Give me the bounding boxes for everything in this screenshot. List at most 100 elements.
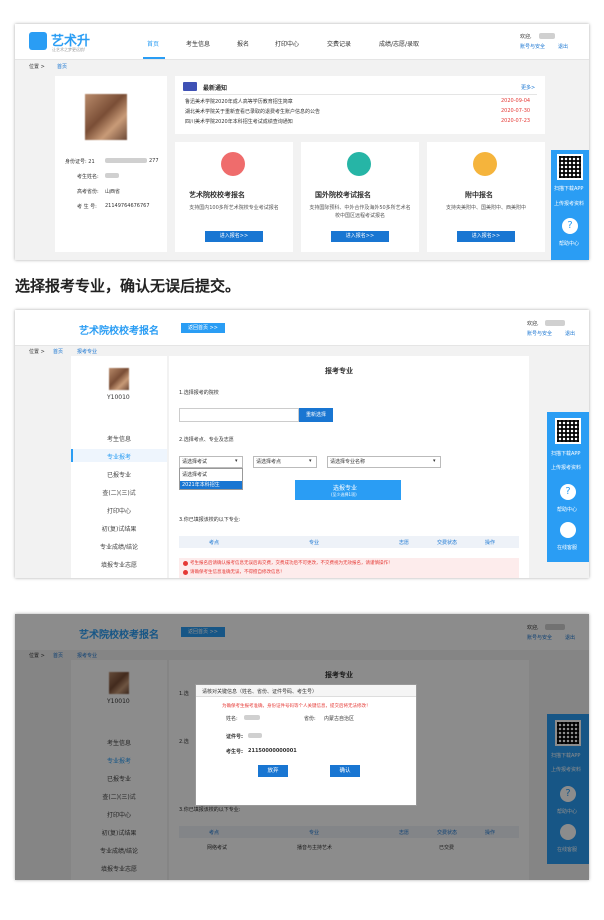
exam-select[interactable]: 请选择考试 [179, 456, 243, 468]
modal-header: 请核对关键信息（姓名、省份、证件号码、考生号） [196, 685, 416, 697]
breadcrumb-prefix: 位置 > [29, 349, 45, 355]
page-title: 艺术院校校考报名 [79, 326, 159, 337]
news-panel: 最新通知 更多> 鲁迅美术学院2020年成人高等学历教育招生简章 2020-09… [175, 76, 545, 134]
step1-label: 1.选择报考的院校 [179, 390, 219, 396]
breadcrumb: 位置 > 首页 [15, 60, 589, 72]
menu-student-info[interactable]: 考生信息 [71, 434, 167, 443]
account-link[interactable]: 账号与安全 [520, 43, 545, 50]
card-title: 附中报名 [465, 191, 493, 199]
account-link[interactable]: 账号与安全 [527, 330, 552, 337]
dropdown-option[interactable]: 请选择考试 [182, 471, 207, 478]
examno-label: 考 生 号: [77, 204, 97, 210]
menu-print[interactable]: 打印中心 [71, 506, 167, 515]
enter-overseas-button[interactable]: 进入报名>> [331, 231, 389, 242]
nav-home[interactable]: 首页 [147, 39, 159, 48]
confirm-modal: 请核对关键信息（姓名、省份、证件号码、考生号） 为确保考生报考准确，身份证件号码… [195, 684, 417, 806]
card-desc: 支持国际预科、中外合作及海外50多所艺术名校中国区远程考试报名 [309, 205, 411, 219]
headset-icon[interactable] [560, 522, 576, 538]
news-item[interactable]: 鲁迅美术学院2020年成人高等学历教育招生简章 [185, 98, 293, 105]
site-select[interactable]: 请选择考点 [253, 456, 317, 468]
news-more-link[interactable]: 更多> [521, 84, 535, 91]
id-blurred [248, 733, 262, 738]
logout-link[interactable]: 退出 [558, 43, 568, 50]
document-icon [473, 152, 497, 176]
id-tail: 277 [149, 158, 159, 164]
help-icon[interactable]: ? [560, 484, 576, 500]
major-select[interactable]: 请选择专业名称 [327, 456, 441, 468]
name-label: 考生姓名: [77, 174, 99, 180]
breadcrumb-current: 报考专业 [77, 349, 98, 355]
id-label: 身份证号: 21 [65, 159, 95, 165]
screenshot-home: 艺术升 让艺术之梦更远航! 首页 考生信息 报名 打印中心 交费记录 成绩/志愿… [15, 24, 589, 260]
menu-volunteer[interactable]: 填报专业志愿 [71, 560, 167, 569]
side-upload[interactable]: 上传报考资料 [551, 464, 581, 471]
username-blurred [545, 320, 565, 326]
card-domestic: 艺术院校校考报名 支持国内100多所艺术院校专业考试报名 进入报名>> [175, 142, 293, 252]
form-title: 报考专业 [325, 367, 353, 375]
enter-domestic-button[interactable]: 进入报名>> [205, 231, 263, 242]
news-divider [183, 94, 537, 95]
menu-results[interactable]: 初(复)试结果 [71, 524, 167, 533]
province-value: 山西省 [105, 189, 121, 195]
breadcrumb-home[interactable]: 首页 [53, 348, 63, 355]
nav-register[interactable]: 报名 [237, 39, 249, 48]
chevron-down-icon: ▾ [433, 458, 436, 464]
side-scan[interactable]: 扫描下载APP [554, 185, 583, 192]
help-icon[interactable]: ? [562, 218, 578, 234]
confirm-button[interactable]: 确认 [330, 765, 360, 777]
avatar [109, 368, 129, 390]
side-help[interactable]: 帮助中心 [557, 506, 577, 513]
reselect-button[interactable]: 重新选择 [299, 408, 333, 422]
side-upload[interactable]: 上传报考资料 [554, 200, 584, 207]
col-site: 考点 [209, 540, 220, 546]
news-icon [183, 82, 197, 91]
logout-link[interactable]: 退出 [565, 330, 575, 337]
side-panel: 扫描下载APP 上传报考资料 ? 帮助中心 在线客服 [547, 412, 589, 562]
menu-check-exam[interactable]: 查(二)(三)试 [71, 488, 167, 497]
enter-affiliated-button[interactable]: 进入报名>> [457, 231, 515, 242]
school-input[interactable] [179, 408, 299, 422]
col-action: 操作 [485, 540, 496, 546]
breadcrumb-home[interactable]: 首页 [57, 63, 67, 70]
menu-applied[interactable]: 已报专业 [71, 470, 167, 479]
chevron-down-icon: ▾ [235, 458, 238, 464]
step3-label: 3.你已填报该校的以下专业: [179, 517, 241, 523]
cancel-button[interactable]: 放弃 [258, 765, 288, 777]
menu-scores[interactable]: 专业成绩/结论 [71, 542, 167, 551]
breadcrumb: 位置 > 首页 报考专业 [15, 346, 589, 356]
logo-subtitle: 让艺术之梦更远航! [52, 47, 86, 52]
side-scan[interactable]: 扫描下载APP [551, 450, 580, 457]
province-label: 高考省份: [77, 189, 99, 195]
logo-icon[interactable] [29, 32, 47, 50]
step2-label: 2.选择考点、专业及志愿 [179, 437, 234, 443]
col-payment: 交费状态 [437, 540, 458, 546]
card-desc: 支持央美附中、国美附中、西美附中 [445, 205, 526, 211]
col-choice: 志愿 [399, 540, 410, 546]
modal-warning: 为确保考生报考准确，身份证件号码等个人关键信息，提交后将无法修改！ [222, 704, 371, 709]
warning-text: 请确保考生信息准确无误，不得擅自修改信息！ [190, 570, 285, 575]
pick-major-button[interactable]: 选报专业 (至少选择1项) [295, 480, 401, 500]
user-id: Y10010 [107, 394, 130, 401]
nav-results[interactable]: 成绩/志愿/录取 [379, 39, 419, 48]
side-service[interactable]: 在线客服 [557, 544, 577, 551]
card-affiliated: 附中报名 支持央美附中、国美附中、西美附中 进入报名>> [427, 142, 545, 252]
nav-student-info[interactable]: 考生信息 [186, 39, 210, 48]
return-home-button[interactable]: 返回首页 >> [181, 323, 225, 333]
nav-print[interactable]: 打印中心 [275, 39, 299, 48]
card-title: 艺术院校校考报名 [189, 191, 245, 199]
news-item[interactable]: 湖北美术学院关于重新查看已录取的退费考生账户信息的公告 [185, 108, 320, 115]
news-item[interactable]: 四川美术学院2020年本科招生考试成绩查询通知 [185, 118, 293, 125]
modal-header-text: 请核对关键信息（姓名、省份、证件号码、考生号） [202, 689, 318, 695]
form-panel: 报考专业 1.选择报考的院校 重新选择 2.选择考点、专业及志愿 请选择考试 ▾… [169, 356, 529, 578]
side-help[interactable]: 帮助中心 [559, 240, 579, 247]
modal-id-label: 证件号: [226, 734, 243, 740]
qr-code-icon [555, 418, 581, 444]
menu-apply-major[interactable]: 专业报考 [71, 452, 167, 461]
screenshot-confirm-dialog: 艺术院校校考报名 返回首页 >> 欢迎, 账号与安全 退出 位置 > 首页 报考… [15, 614, 589, 880]
welcome-text: 欢迎, [527, 321, 539, 327]
dropdown-option-selected[interactable]: 2021年本科招生 [180, 481, 242, 489]
nav-payments[interactable]: 交费记录 [327, 39, 351, 48]
avatar [85, 94, 127, 140]
user-icon [221, 152, 245, 176]
nav-home-underline [143, 57, 165, 59]
